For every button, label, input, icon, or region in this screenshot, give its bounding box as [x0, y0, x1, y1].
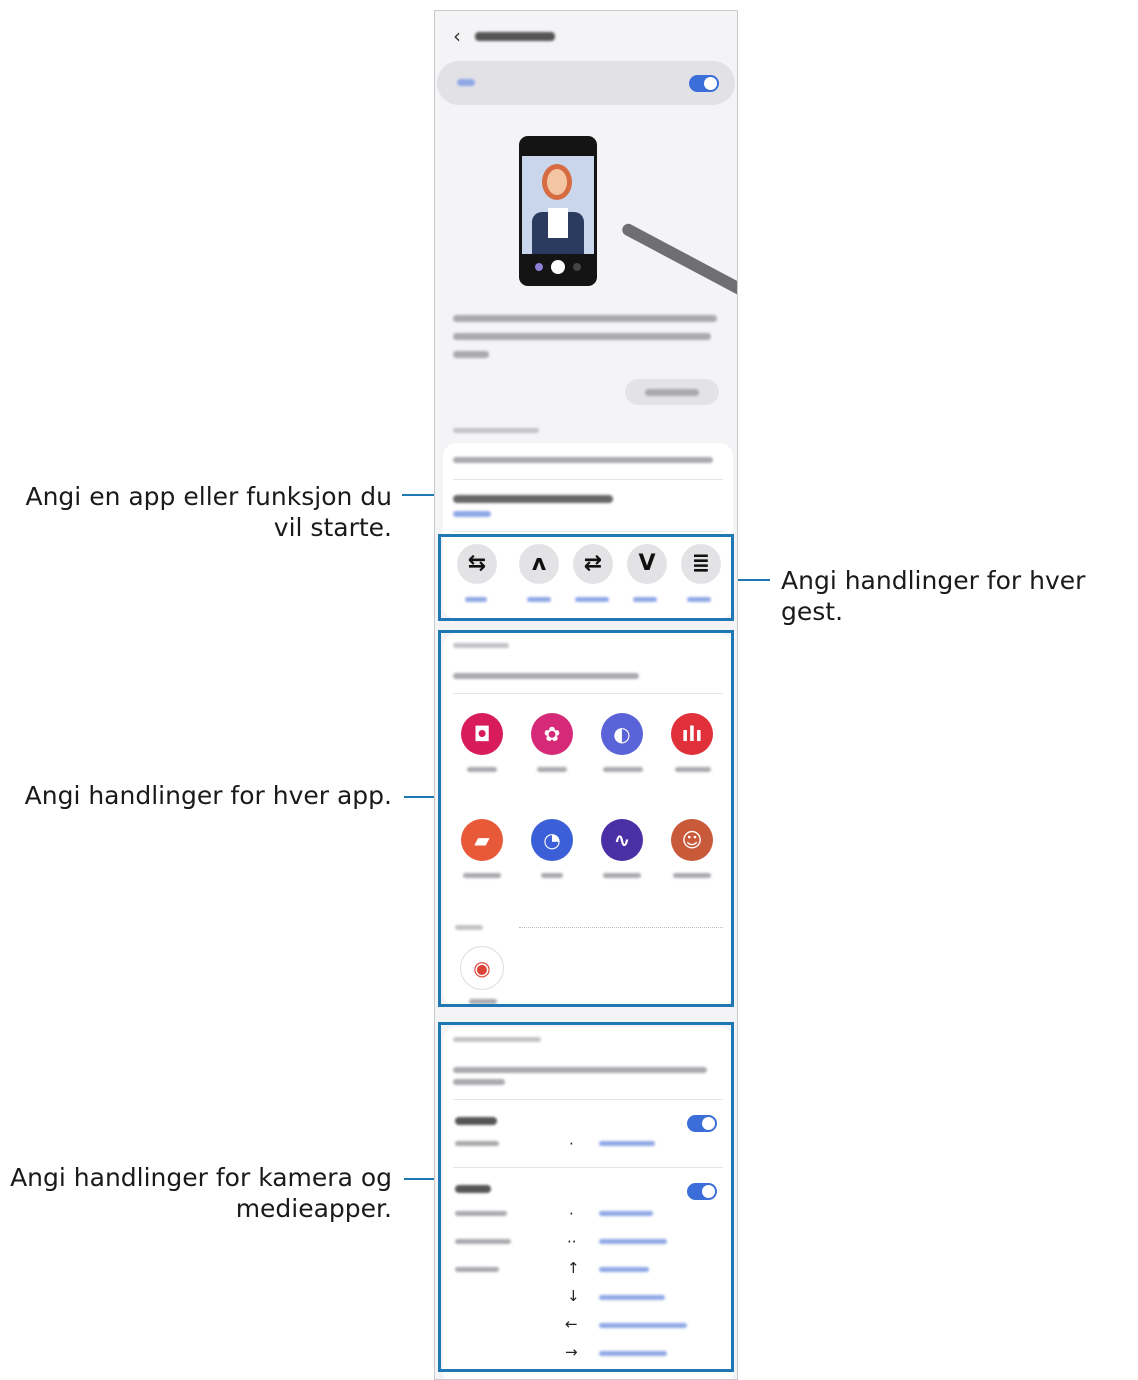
- master-switch-label: [457, 79, 475, 86]
- divider-1: [453, 479, 723, 480]
- s-pen-illustration: [620, 221, 737, 299]
- divider-2: [453, 531, 723, 532]
- anywhere-actions-text: [453, 457, 713, 463]
- gesture-highlight-frame: [438, 534, 734, 621]
- master-switch-row[interactable]: [437, 61, 735, 105]
- master-switch-toggle[interactable]: [689, 75, 719, 92]
- description-line-1: [453, 315, 717, 322]
- back-arrow-icon[interactable]: ‹: [453, 26, 461, 46]
- learn-more-label: [645, 389, 699, 396]
- camera-media-highlight-frame: [438, 1022, 734, 1372]
- illustration-collar: [548, 208, 568, 238]
- selfie-preview: [522, 156, 594, 254]
- press-hold-pen-button-value[interactable]: [453, 511, 491, 517]
- callout-each-gesture: Angi handlinger for hver gest.: [781, 566, 1086, 626]
- description-line-2: [453, 333, 711, 340]
- description-line-3: [453, 351, 489, 358]
- illustration-head: [542, 164, 572, 200]
- learn-more-button[interactable]: [625, 379, 719, 405]
- shutter-dot: [551, 260, 565, 274]
- page-title: [475, 31, 555, 41]
- leader-each-gesture: [734, 579, 770, 581]
- camera-mode-dot: [535, 263, 543, 271]
- app-bar: ‹: [453, 25, 555, 47]
- phone-illustration: [519, 136, 597, 286]
- press-hold-pen-button-label[interactable]: [453, 495, 613, 503]
- callout-app-function: Angi en app eller funksjon du vil starte…: [25, 482, 392, 542]
- standard-actions-header: [453, 428, 539, 433]
- callout-each-app: Angi handlinger for hver app.: [24, 781, 392, 810]
- app-actions-highlight-frame: [438, 630, 734, 1007]
- callout-camera-media: Angi handlinger for kamera og medieapper…: [10, 1163, 392, 1223]
- switch-camera-dot: [573, 263, 581, 271]
